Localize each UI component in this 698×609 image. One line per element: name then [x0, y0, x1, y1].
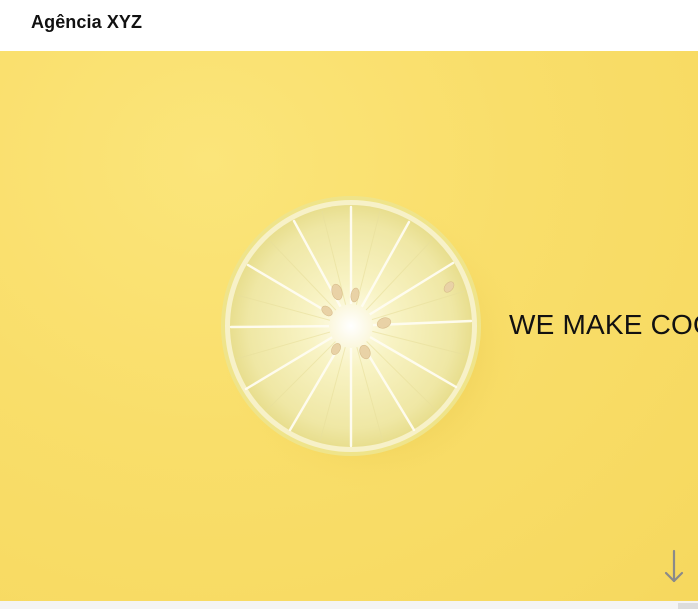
hero-headline: WE MAKE COOL STUFF — [509, 309, 698, 340]
page-bottom-edge — [0, 601, 698, 609]
hero-section: WE MAKE COOL STUFF — [0, 51, 698, 601]
scrollbar-corner — [678, 603, 698, 609]
navbar: Agência XYZ — [0, 0, 698, 51]
brand-logo[interactable]: Agência XYZ — [31, 12, 142, 33]
arrow-down-icon[interactable] — [660, 547, 688, 587]
